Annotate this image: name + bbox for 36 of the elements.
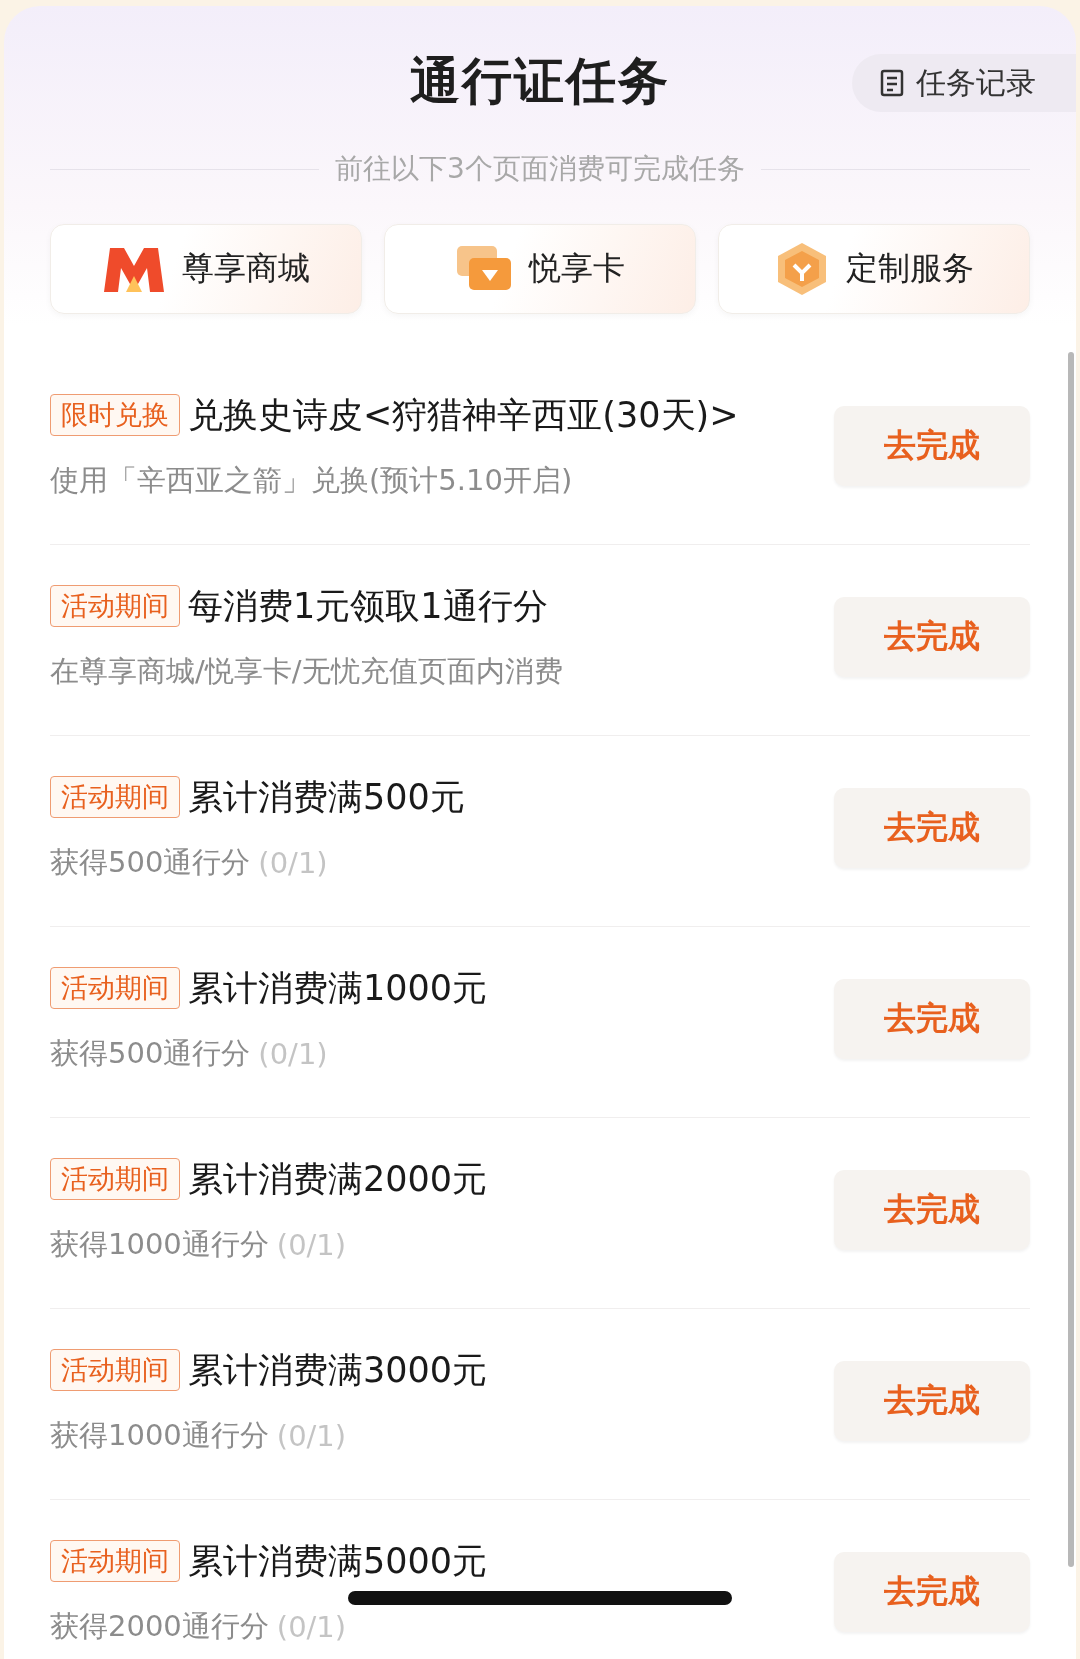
task-tag: 活动期间: [50, 1349, 180, 1391]
complete-button[interactable]: 去完成: [834, 406, 1030, 486]
complete-button[interactable]: 去完成: [834, 979, 1030, 1059]
task-title: 累计消费满5000元: [188, 1539, 488, 1583]
task-description: 在尊享商城/悦享卡/无忧充值页面内消费: [50, 652, 563, 690]
task-title: 累计消费满1000元: [188, 966, 488, 1010]
task-record-button[interactable]: 任务记录: [852, 54, 1076, 112]
task-description: 获得2000通行分: [50, 1607, 269, 1645]
task-tag: 活动期间: [50, 1158, 180, 1200]
task-title: 累计消费满2000元: [188, 1157, 488, 1201]
task-description: 获得500通行分: [50, 1034, 251, 1072]
task-description: 获得500通行分: [50, 843, 251, 881]
task-tag: 活动期间: [50, 967, 180, 1009]
task-title: 累计消费满3000元: [188, 1348, 488, 1392]
task-title: 兑换史诗皮<狩猎神辛西亚(30天)>: [188, 393, 739, 437]
task-tag: 活动期间: [50, 1540, 180, 1582]
complete-button[interactable]: 去完成: [834, 1361, 1030, 1441]
complete-button[interactable]: 去完成: [834, 1170, 1030, 1250]
task-tag: 活动期间: [50, 585, 180, 627]
scrollbar[interactable]: [1068, 352, 1074, 1567]
complete-button[interactable]: 去完成: [834, 1552, 1030, 1632]
shortcut-card[interactable]: 尊享商城: [50, 224, 362, 314]
document-icon: [880, 69, 906, 97]
complete-button[interactable]: 去完成: [834, 788, 1030, 868]
shortcut-card[interactable]: 悦享卡: [384, 224, 696, 314]
complete-button[interactable]: 去完成: [834, 597, 1030, 677]
page-title: 通行证任务: [410, 50, 670, 112]
subtitle: 前往以下3个页面消费可完成任务: [335, 151, 745, 187]
task-tag: 活动期间: [50, 776, 180, 818]
task-title: 每消费1元领取1通行分: [188, 584, 548, 628]
task-description: 获得1000通行分: [50, 1225, 269, 1263]
task-title: 累计消费满500元: [188, 775, 465, 819]
task-description: 使用「辛西亚之箭」兑换(预计5.10开启): [50, 461, 573, 499]
task-description: 获得1000通行分: [50, 1416, 269, 1454]
task-tag: 限时兑换: [50, 394, 180, 436]
shortcut-card[interactable]: 定制服务: [718, 224, 1030, 314]
